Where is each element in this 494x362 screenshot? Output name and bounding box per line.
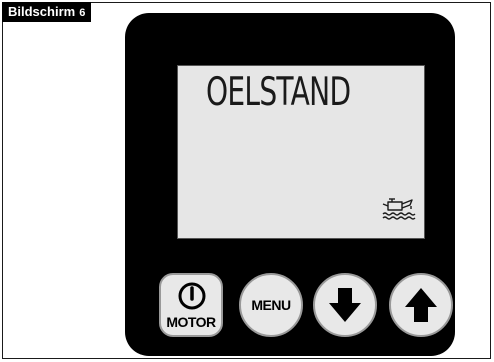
motor-button-label: MOTOR: [166, 314, 216, 330]
power-icon: [178, 282, 206, 310]
display-text: OELSTAND: [206, 70, 351, 115]
screen-tag: Bildschirm 6: [2, 2, 92, 22]
menu-button-label: MENU: [251, 297, 291, 313]
down-button[interactable]: [313, 273, 377, 337]
up-button[interactable]: [389, 273, 453, 337]
menu-button[interactable]: MENU: [239, 273, 303, 337]
motor-button[interactable]: MOTOR: [159, 273, 223, 337]
lcd-display: OELSTAND: [177, 65, 425, 239]
screen-tag-label: Bildschirm: [8, 4, 76, 19]
oil-can-level-icon: [382, 198, 416, 220]
control-panel: OELSTAND MOTOR MENU: [125, 13, 455, 356]
arrow-up-icon: [405, 288, 437, 322]
arrow-down-icon: [329, 288, 361, 322]
screen-tag-number: 6: [79, 7, 86, 19]
